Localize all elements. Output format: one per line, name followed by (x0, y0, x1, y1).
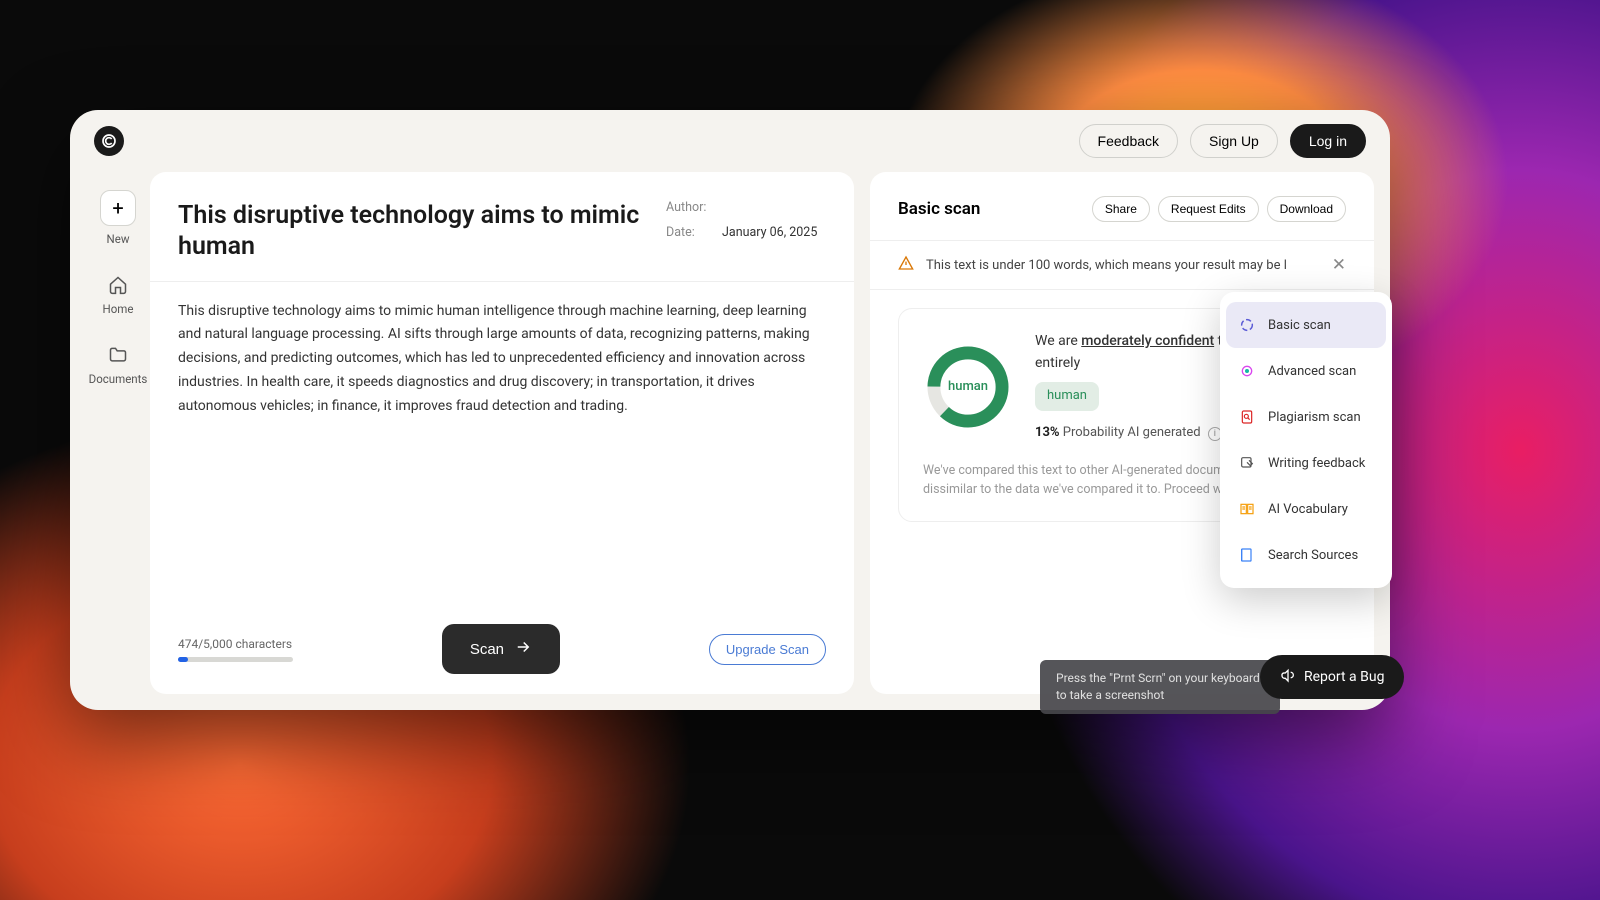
home-icon (107, 274, 129, 296)
main-area: This disruptive technology aims to mimic… (150, 172, 1374, 694)
scan-button-label: Scan (470, 641, 504, 658)
sidebar: + New Home Documents (86, 172, 150, 694)
close-icon[interactable]: ✕ (1332, 255, 1346, 275)
scan-button[interactable]: Scan (442, 624, 560, 674)
donut-center-label: human (923, 342, 1013, 432)
probability-percent: 13% (1035, 425, 1060, 440)
human-chip: human (1035, 382, 1099, 410)
document-card: This disruptive technology aims to mimic… (150, 172, 854, 694)
sidebar-item-new[interactable]: + New (100, 190, 136, 246)
confidence-link[interactable]: moderately confident (1081, 333, 1214, 349)
panel-header: Basic scan Share Request Edits Download (898, 196, 1346, 222)
writing-feedback-icon (1238, 454, 1256, 472)
char-progress-fill (178, 657, 188, 662)
login-button[interactable]: Log in (1290, 124, 1366, 158)
menu-item-plagiarism-scan[interactable]: Plagiarism scan (1220, 394, 1392, 440)
menu-label: Basic scan (1268, 318, 1331, 333)
screenshot-toast: Press the "Prnt Scrn" on your keyboard t… (1040, 660, 1280, 714)
char-progress-bar (178, 657, 293, 662)
folder-icon (107, 344, 129, 366)
panel-title: Basic scan (898, 199, 980, 219)
menu-label: Search Sources (1268, 548, 1358, 563)
sidebar-label-documents: Documents (89, 372, 148, 386)
warning-icon (898, 255, 914, 275)
advanced-scan-icon (1238, 362, 1256, 380)
date-label: Date: (666, 225, 722, 240)
warning-text: This text is under 100 words, which mean… (926, 258, 1287, 273)
feedback-button[interactable]: Feedback (1079, 124, 1178, 158)
menu-item-basic-scan[interactable]: Basic scan (1226, 302, 1386, 348)
document-footer: 474/5,000 characters Scan Upgrade Scan (178, 608, 826, 674)
megaphone-icon (1280, 667, 1296, 687)
menu-item-writing-feedback[interactable]: Writing feedback (1220, 440, 1392, 486)
menu-item-search-sources[interactable]: Search Sources (1220, 532, 1392, 578)
document-meta: Author: Date: January 06, 2025 (666, 200, 826, 263)
warning-bar: This text is under 100 words, which mean… (870, 240, 1374, 290)
menu-label: Advanced scan (1268, 364, 1356, 379)
sidebar-item-documents[interactable]: Documents (89, 344, 148, 386)
upgrade-scan-button[interactable]: Upgrade Scan (709, 634, 826, 665)
menu-label: AI Vocabulary (1268, 502, 1348, 517)
header-actions: Feedback Sign Up Log in (1079, 124, 1366, 158)
char-counter: 474/5,000 characters (178, 637, 293, 662)
download-button[interactable]: Download (1267, 196, 1346, 222)
document-body[interactable]: This disruptive technology aims to mimic… (178, 300, 826, 609)
menu-item-advanced-scan[interactable]: Advanced scan (1220, 348, 1392, 394)
basic-scan-icon (1238, 316, 1256, 334)
sidebar-item-home[interactable]: Home (103, 274, 134, 316)
request-edits-button[interactable]: Request Edits (1158, 196, 1259, 222)
sidebar-label-home: Home (103, 302, 134, 316)
menu-label: Writing feedback (1268, 456, 1365, 471)
author-label: Author: (666, 200, 722, 215)
panel-actions: Share Request Edits Download (1092, 196, 1346, 222)
app-window: Feedback Sign Up Log in + New Home Docum… (70, 110, 1390, 710)
menu-item-ai-vocabulary[interactable]: AI Vocabulary (1220, 486, 1392, 532)
plus-icon: + (100, 190, 136, 226)
sidebar-label-new: New (107, 232, 130, 246)
vocabulary-icon (1238, 500, 1256, 518)
header: Feedback Sign Up Log in (70, 110, 1390, 172)
search-sources-icon (1238, 546, 1256, 564)
share-button[interactable]: Share (1092, 196, 1150, 222)
arrow-right-icon (514, 638, 532, 660)
app-logo[interactable] (94, 126, 124, 156)
date-value: January 06, 2025 (722, 225, 817, 240)
plagiarism-icon (1238, 408, 1256, 426)
signup-button[interactable]: Sign Up (1190, 124, 1278, 158)
document-title: This disruptive technology aims to mimic… (178, 200, 646, 263)
report-bug-button[interactable]: Report a Bug (1260, 655, 1404, 699)
confidence-donut: human (923, 342, 1013, 432)
report-bug-label: Report a Bug (1304, 669, 1384, 685)
divider (150, 281, 854, 282)
char-count-text: 474/5,000 characters (178, 637, 293, 651)
app-body: + New Home Documents This disruptive tec… (70, 172, 1390, 710)
scan-type-menu: Basic scan Advanced scan Plagiarism scan… (1220, 292, 1392, 588)
document-header: This disruptive technology aims to mimic… (178, 200, 826, 281)
menu-label: Plagiarism scan (1268, 410, 1361, 425)
